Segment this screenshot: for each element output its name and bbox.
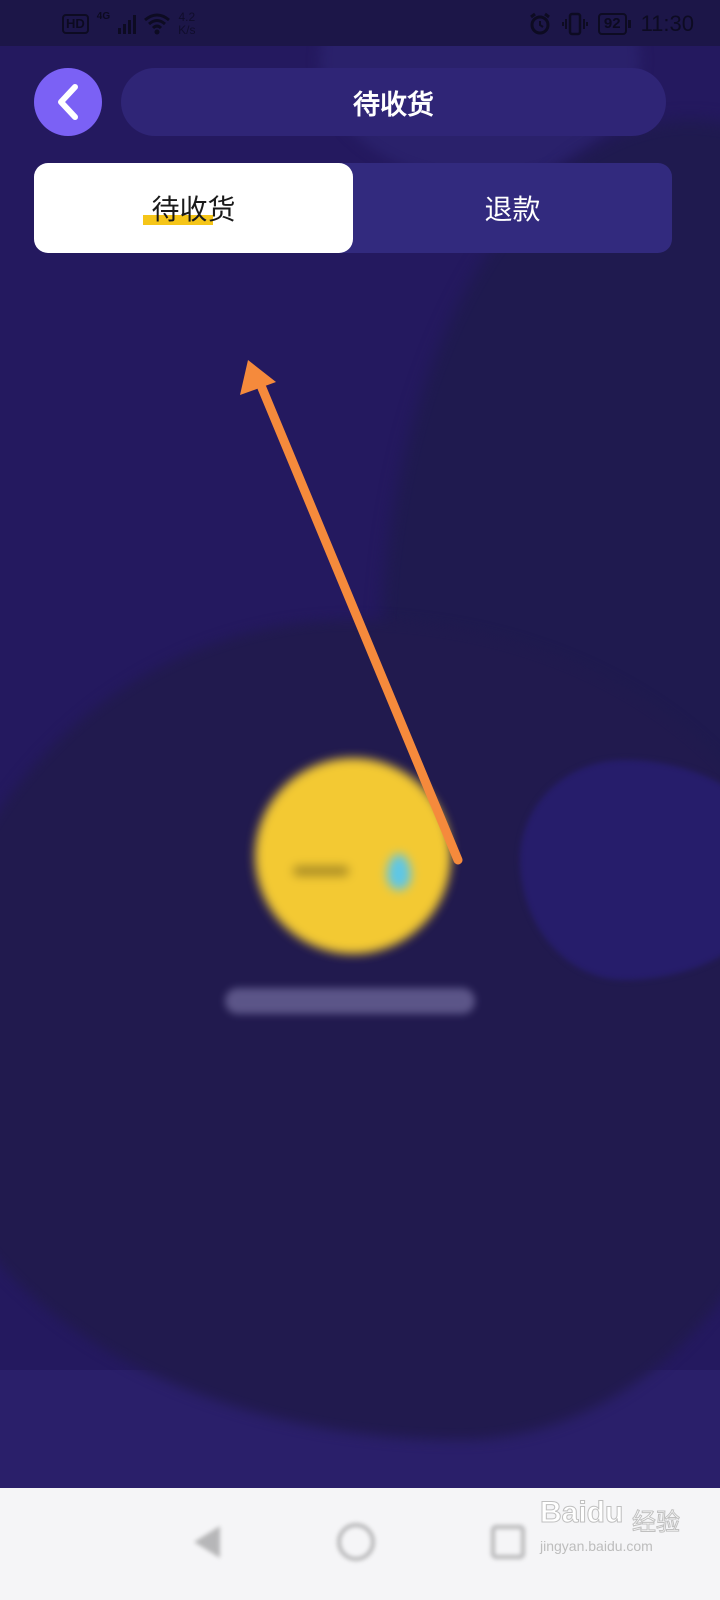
annotation-arrow [240,360,463,865]
tab-label: 待收货 [143,188,236,228]
baidu-jingyan-watermark: Baidu 经验 jingyan.baidu.com [539,1496,712,1580]
nav-back-icon[interactable] [186,1520,230,1564]
nav-home-icon[interactable] [334,1520,378,1564]
watermark-url: jingyan.baidu.com [540,1538,653,1554]
nav-recent-icon[interactable] [486,1520,530,1564]
watermark-logo: Baidu [539,1496,624,1530]
watermark-suffix: 经验 [632,1508,681,1537]
screen: HD 4G 4.2 K/s 92 11:30 待收货 待收货 退款 Baidu … [0,0,720,1600]
